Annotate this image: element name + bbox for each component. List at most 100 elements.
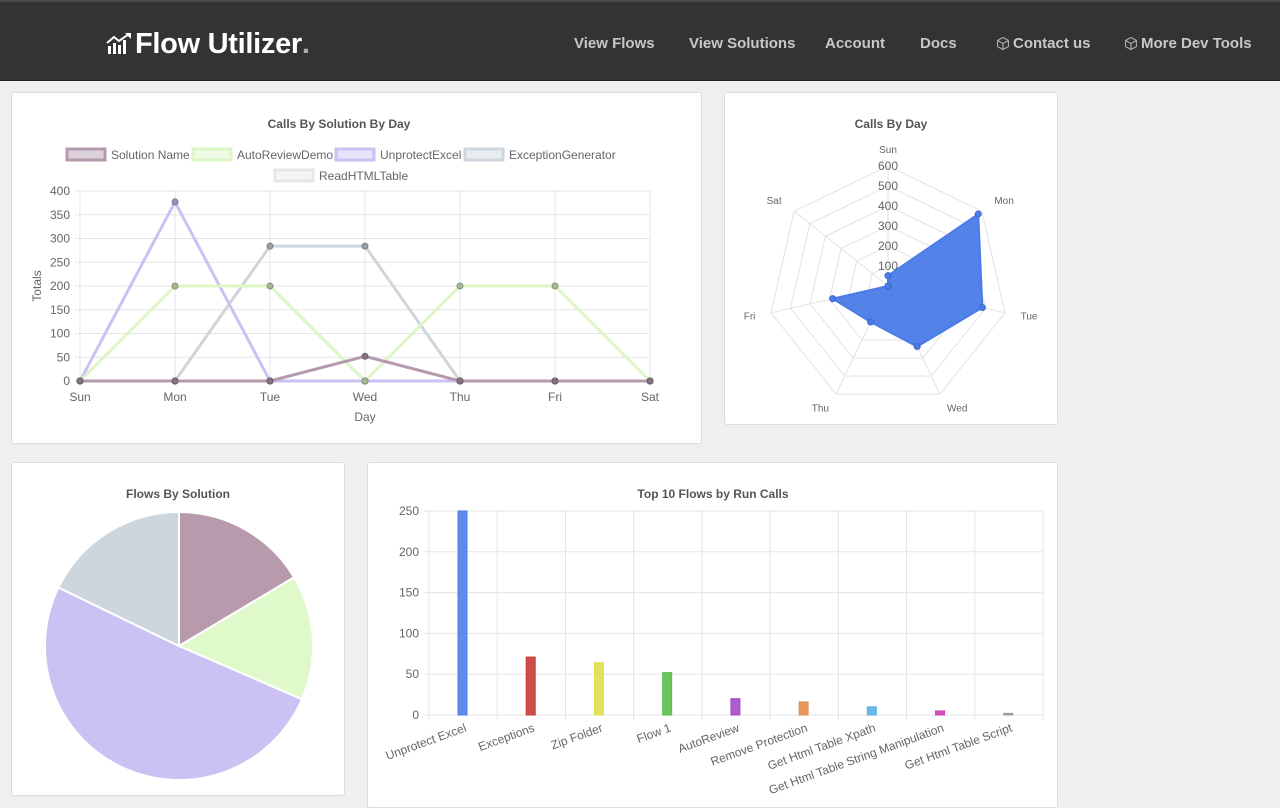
y-tick-label: 100: [50, 327, 70, 341]
legend-swatch: [191, 147, 233, 162]
y-tick-label: 0: [63, 374, 70, 388]
calls-by-solution-card: Calls By Solution By Day Solution Name Aut…: [11, 92, 702, 444]
legend-swatch: [463, 147, 505, 162]
radar-point: [974, 210, 982, 218]
legend-swatch: [273, 168, 315, 183]
bar: [798, 701, 809, 716]
bar-chart-logo-icon: [106, 33, 131, 54]
radar-label: Wed: [947, 404, 967, 415]
y-tick-label: 150: [399, 586, 419, 600]
data-point: [171, 198, 179, 206]
brand-name: Flow Utilizer: [135, 27, 302, 60]
x-tick-label: Mon: [163, 390, 186, 404]
legend-label: ExceptionGenerator: [509, 148, 616, 162]
radar-label: Mon: [994, 196, 1013, 207]
chart-title: Calls By Day: [855, 117, 928, 131]
radar-area: [830, 212, 984, 348]
nav-contact-label: Contact us: [1013, 35, 1091, 52]
x-tick-label: Sat: [641, 390, 660, 404]
bar: [457, 510, 468, 716]
bar: [1003, 712, 1014, 716]
nav-view-solutions[interactable]: View Solutions: [689, 35, 795, 52]
legend-label: AutoReviewDemo: [237, 148, 333, 162]
data-point: [361, 352, 369, 360]
brand-logo[interactable]: Flow Utilizer.: [106, 26, 310, 62]
x-tick-label: Thu: [450, 390, 471, 404]
calls-by-day-card: Calls By Day Sun Mon Tue Wed Thu Fri Sat 100 200 3…: [724, 92, 1058, 425]
bar: [866, 706, 877, 716]
y-tick-label: 400: [50, 184, 70, 198]
y-tick-label: 300: [50, 232, 70, 246]
radar-label: Thu: [812, 404, 829, 415]
data-point: [266, 377, 274, 385]
radar-tick-label: 600: [878, 159, 898, 173]
top-navbar: Flow Utilizer. View Flows View Solutions…: [0, 0, 1280, 81]
chart-title: Calls By Solution By Day: [268, 117, 411, 131]
x-axis-label: Day: [354, 410, 375, 424]
data-point: [266, 242, 274, 250]
y-tick-label: 0: [412, 708, 419, 722]
y-axis-label: Totals: [30, 270, 44, 301]
data-point: [266, 282, 274, 290]
x-tick-label: Flow 1: [635, 721, 673, 746]
x-tick-label: Fri: [548, 390, 562, 404]
nav-view-flows[interactable]: View Flows: [574, 35, 655, 52]
radar-point: [978, 304, 986, 312]
radar-point: [867, 318, 875, 326]
cube-icon: [997, 37, 1009, 50]
nav-dev-tools-label: More Dev Tools: [1141, 35, 1252, 52]
data-point: [361, 242, 369, 250]
data-point: [551, 377, 559, 385]
flows-by-solution-card: Flows By Solution: [11, 462, 345, 796]
data-point: [551, 282, 559, 290]
top-flows-chart: Top 10 Flows by Run Calls 0 50 100 150 200 250…: [384, 487, 1044, 797]
bar: [935, 710, 946, 716]
radar-label: Fri: [744, 311, 756, 322]
y-tick-label: 50: [406, 667, 420, 681]
data-point: [171, 282, 179, 290]
data-point: [456, 377, 464, 385]
legend-swatch: [334, 147, 376, 162]
y-tick-label: 250: [399, 504, 419, 518]
radar-point: [884, 272, 892, 280]
radar-label: Sat: [767, 196, 782, 207]
radar-label: Tue: [1021, 311, 1038, 322]
y-tick-label: 200: [50, 279, 70, 293]
brand-dot: .: [301, 27, 310, 60]
legend-label: Solution Name: [111, 148, 190, 162]
radar-spoke: [793, 210, 889, 287]
y-tick-label: 150: [50, 303, 70, 317]
radar-tick-label: 100: [878, 259, 898, 273]
x-tick-label: Zip Folder: [549, 721, 605, 753]
calls-by-solution-chart: Calls By Solution By Day Solution Name Aut…: [30, 117, 660, 424]
x-tick-label: Sun: [69, 390, 90, 404]
flows-by-solution-chart: Flows By Solution: [44, 487, 314, 781]
legend-swatch: [65, 147, 107, 162]
radar-tick-label: 200: [878, 239, 898, 253]
x-tick-label: Exceptions: [476, 721, 536, 754]
y-tick-label: 350: [50, 208, 70, 222]
cube-icon: [1125, 37, 1137, 50]
nav-more-dev-tools[interactable]: More Dev Tools: [1125, 35, 1252, 52]
radar-tick-label: 500: [878, 179, 898, 193]
top-flows-card: Top 10 Flows by Run Calls 0 50 100 150 200 250…: [367, 462, 1058, 808]
radar-point: [829, 295, 837, 303]
radar-point: [913, 343, 921, 351]
y-tick-label: 250: [50, 255, 70, 269]
radar-label: Sun: [879, 145, 897, 156]
nav-docs[interactable]: Docs: [920, 35, 957, 52]
bar: [593, 662, 604, 716]
data-point: [76, 377, 84, 385]
nav-contact-us[interactable]: Contact us: [997, 35, 1091, 52]
bar: [525, 656, 536, 716]
x-tick-label: Unprotect Excel: [384, 721, 468, 763]
radar-point: [884, 282, 892, 290]
chart-title: Flows By Solution: [126, 487, 230, 501]
bar: [730, 698, 741, 716]
radar-tick-label: 400: [878, 199, 898, 213]
legend-label: UnprotectExcel: [380, 148, 461, 162]
data-point: [646, 377, 654, 385]
y-tick-label: 200: [399, 545, 419, 559]
nav-account[interactable]: Account: [825, 35, 885, 52]
data-point: [171, 377, 179, 385]
